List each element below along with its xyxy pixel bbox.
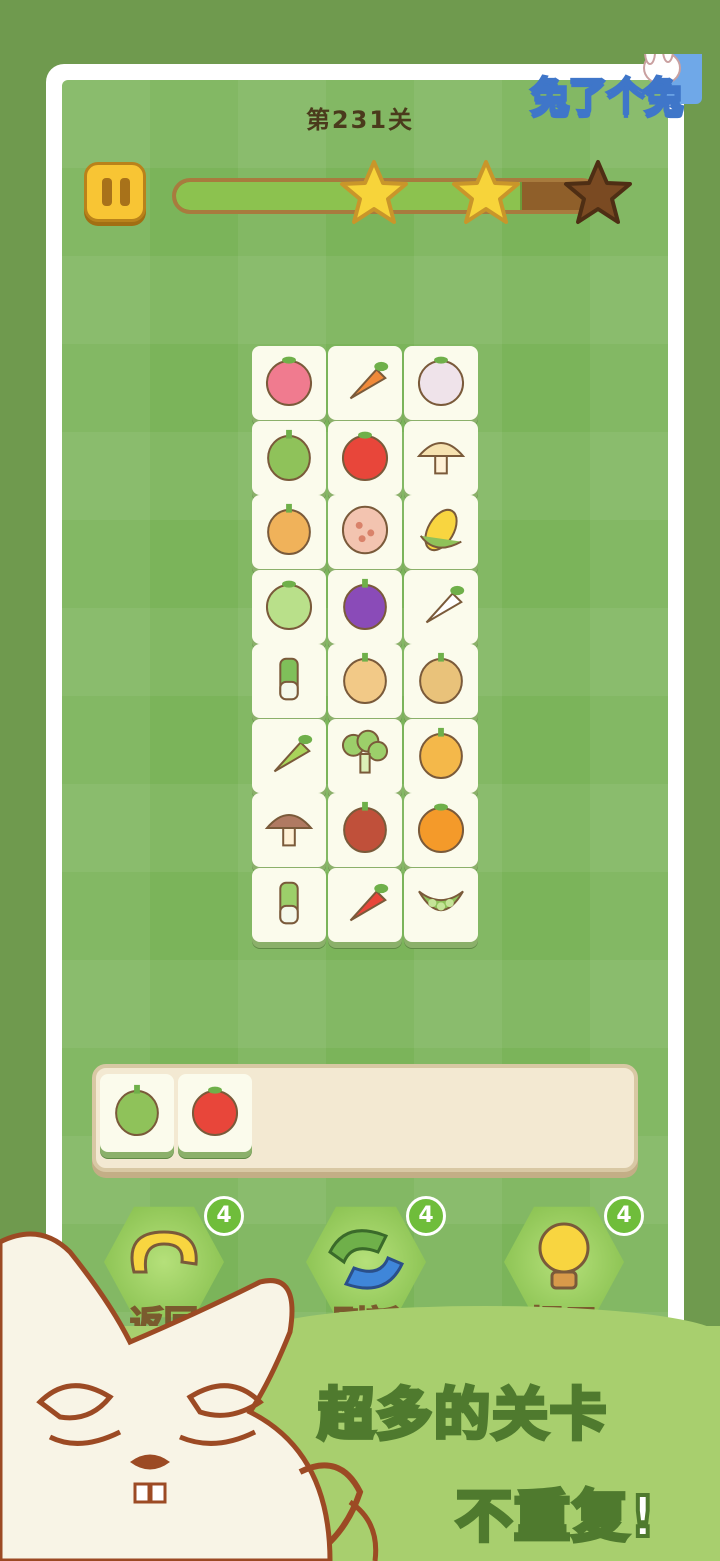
tile-pea-pod[interactable]	[404, 867, 478, 942]
tile-cabbage[interactable]	[252, 569, 326, 644]
tray-tile-green-pepper	[100, 1074, 174, 1152]
tile-eggplant[interactable]	[328, 569, 402, 644]
tile-cucumber[interactable]	[252, 718, 326, 793]
tile-garlic[interactable]	[404, 346, 478, 420]
tile-bok-choy[interactable]	[252, 867, 326, 942]
star-2-earned-icon	[450, 158, 522, 228]
tile-shiitake[interactable]	[252, 793, 326, 867]
powerup-count-badge: 4	[406, 1196, 446, 1236]
tile-leek[interactable]	[252, 644, 326, 718]
logo-text: 兔了个兔	[529, 73, 685, 121]
star-3-empty-icon	[562, 158, 634, 228]
slogan-line-2: 不重复!	[454, 1483, 658, 1552]
powerup-count-badge: 4	[604, 1196, 644, 1236]
tile-broccoli[interactable]	[328, 718, 402, 793]
pause-icon-bar	[120, 178, 130, 206]
tile-mushroom[interactable]	[404, 420, 478, 495]
tile-peanut[interactable]	[328, 644, 402, 718]
tile-tomato[interactable]	[328, 420, 402, 495]
tile-sweet-potato[interactable]	[328, 793, 402, 867]
tile-green-pepper[interactable]	[252, 420, 326, 495]
star-1-earned-icon	[338, 158, 410, 228]
tile-pumpkin[interactable]	[404, 793, 478, 867]
tray-tile-tomato	[178, 1074, 252, 1152]
tile-onion[interactable]	[252, 346, 326, 420]
tile-stack	[252, 346, 482, 954]
game-logo: 兔了个兔	[522, 54, 702, 138]
tile-lotus-root[interactable]	[328, 495, 402, 569]
pause-icon	[102, 178, 112, 206]
tile-bell-pepper[interactable]	[404, 718, 478, 793]
tile-corn[interactable]	[404, 495, 478, 569]
tile-potato[interactable]	[404, 644, 478, 718]
tile-carrot[interactable]	[328, 346, 402, 420]
tile-daikon-radish[interactable]	[404, 569, 478, 644]
rabbit-character-illustration	[0, 1231, 379, 1561]
tile-ginger[interactable]	[252, 495, 326, 569]
collection-tray	[92, 1064, 638, 1172]
tile-strawberry[interactable]	[328, 867, 402, 942]
pause-button[interactable]	[84, 162, 146, 222]
